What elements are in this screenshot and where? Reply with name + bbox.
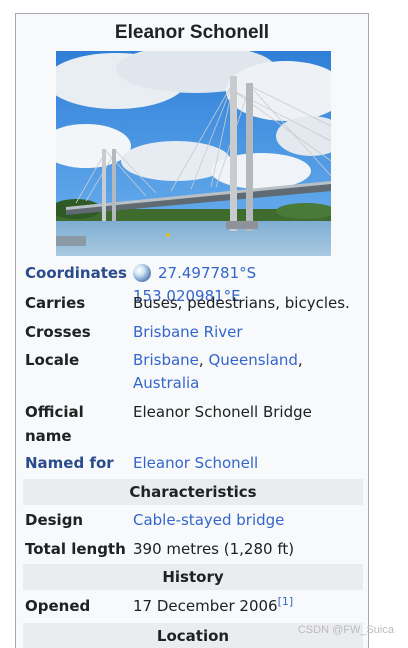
official-name-label: Official name — [25, 400, 84, 448]
coordinates-label[interactable]: Coordinates — [25, 261, 127, 285]
bridge-photo-graphic — [56, 51, 331, 256]
bridge-photo[interactable] — [56, 51, 331, 256]
locale-link-queensland[interactable]: Queensland — [208, 351, 297, 369]
infobox: Eleanor Schonell Coordinates 27.497781°S… — [15, 13, 369, 648]
locale-separator: , — [297, 351, 303, 369]
official-name-value: Eleanor Schonell Bridge — [133, 403, 312, 421]
carries-value: Buses, pedestrians, bicycles. — [133, 294, 350, 312]
locale-link-brisbane[interactable]: Brisbane — [133, 351, 199, 369]
history-header: History — [23, 564, 363, 590]
reference-link[interactable]: [1] — [278, 595, 294, 608]
locale-link-australia[interactable]: Australia — [133, 374, 199, 392]
opened-date: 17 December 2006 — [133, 597, 278, 615]
official-name-label-line2: name — [25, 427, 72, 445]
named-for-link[interactable]: Eleanor Schonell — [133, 452, 363, 475]
locale-value: Brisbane, Queensland, Australia — [133, 349, 363, 395]
design-label: Design — [25, 511, 84, 529]
named-for-label[interactable]: Named for — [25, 451, 114, 475]
infobox-title: Eleanor Schonell — [114, 22, 270, 43]
carries-label: Carries — [25, 294, 86, 312]
crosses-link[interactable]: Brisbane River — [133, 321, 363, 344]
total-length-value: 390 metres (1,280 ft) — [133, 540, 295, 558]
watermark: CSDN @FW_Suica — [297, 624, 394, 636]
total-length-label: Total length — [25, 540, 126, 558]
opened-value: 17 December 2006[1] — [133, 595, 363, 618]
characteristics-header: Characteristics — [23, 479, 363, 505]
page-margin — [384, 0, 408, 648]
opened-label: Opened — [25, 597, 91, 615]
globe-icon[interactable] — [133, 264, 151, 282]
design-link[interactable]: Cable-stayed bridge — [133, 509, 363, 532]
official-name-label-line1: Official — [25, 403, 84, 421]
locale-label: Locale — [25, 351, 80, 369]
locale-separator: , — [198, 351, 209, 369]
crosses-label: Crosses — [25, 323, 91, 341]
